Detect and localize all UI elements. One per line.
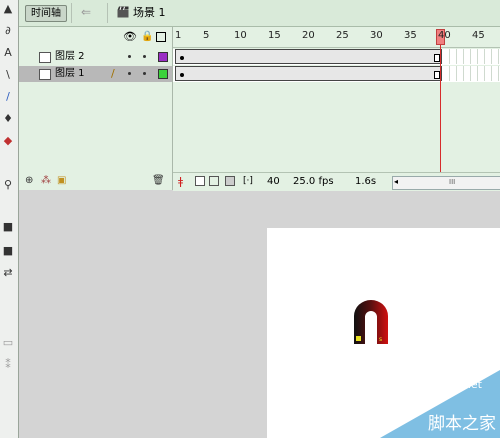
current-frame: 40 (267, 176, 280, 187)
smooth-option-icon[interactable]: ⁑ (1, 358, 15, 372)
onion-outline-icon[interactable] (209, 176, 219, 186)
tools-panel: ▲ ∂ A \ / ♦ ◆ ⚲ ■ ■ ⇄ ▭ ⁑ (0, 0, 19, 438)
empty-frames[interactable] (443, 49, 500, 64)
eye-icon[interactable]: 👁 (123, 30, 137, 43)
visibility-dot[interactable] (128, 72, 131, 75)
scene-name[interactable]: 场景 1 (133, 5, 166, 20)
timeline-status-bar: ǂ [·] 40 25.0 fps 1.6s ◂ III (173, 172, 500, 191)
lasso-tool-icon[interactable]: ∂ (1, 24, 15, 38)
edit-multiple-frames-icon[interactable] (225, 176, 235, 186)
toolbar-divider (71, 3, 72, 23)
ruler-label: 45 (472, 30, 485, 41)
layer-controls: ⊕ ⁂ ▣ 🗑 (19, 172, 172, 190)
lock-dot[interactable] (143, 72, 146, 75)
snap-option-icon[interactable]: ▭ (1, 336, 15, 350)
watermark-site: jb51.net (436, 378, 482, 391)
ink-bottle-icon[interactable]: ♦ (1, 112, 15, 126)
frame-rate: 25.0 fps (293, 176, 334, 187)
timeline-panel: 👁 🔒 图层 2 图层 1 / ⊕ ⁂ ▣ 🗑 1 5 10 15 20 25 … (19, 27, 500, 191)
watermark-text: 脚本之家 (428, 414, 496, 434)
onion-skin-icon[interactable] (195, 176, 205, 186)
fill-color-icon[interactable]: ■ (1, 244, 15, 258)
north-pole-marker (356, 336, 361, 341)
lock-icon[interactable]: 🔒 (141, 30, 153, 43)
onion-markers-icon[interactable]: [·] (243, 175, 253, 188)
layer-name[interactable]: 图层 1 (55, 67, 85, 81)
layer-color-swatch[interactable] (158, 69, 168, 79)
ruler-label: 1 (175, 30, 182, 41)
selection-tool-icon[interactable]: ▲ (1, 2, 15, 16)
layer-row-2[interactable]: 图层 2 (19, 49, 172, 65)
south-pole-marker: s (379, 336, 382, 343)
ruler-label: 5 (203, 30, 210, 41)
keyframe-dot[interactable] (180, 73, 184, 77)
empty-frames[interactable] (443, 66, 500, 81)
elapsed-time: 1.6s (355, 176, 377, 187)
magnet-graphic[interactable]: s (353, 300, 389, 344)
swap-colors-icon[interactable]: ⇄ (1, 266, 15, 280)
ruler-label: 20 (302, 30, 315, 41)
ruler-label: 10 (234, 30, 247, 41)
pencil-edit-icon: / (111, 67, 115, 80)
timeline-toggle-button[interactable]: 时间轴 (25, 5, 67, 22)
add-layer-icon[interactable]: ⊕ (25, 174, 33, 187)
zoom-tool-icon[interactable]: ⚲ (1, 178, 15, 192)
line-tool-icon[interactable]: \ (1, 68, 15, 82)
ruler-label: 40 (438, 30, 451, 41)
frame-span[interactable] (175, 49, 442, 64)
frame-row-layer-2[interactable] (173, 49, 500, 65)
stage-workspace: s jb51.net 脚本之家 (19, 191, 500, 438)
layer-row-1[interactable]: 图层 1 / (19, 66, 172, 82)
center-frame-icon[interactable]: ǂ (178, 175, 183, 188)
stroke-color-icon[interactable]: ■ (1, 220, 15, 234)
keyframe-dot[interactable] (180, 56, 184, 60)
pencil-tool-icon[interactable]: / (1, 90, 15, 104)
scene-clapper-icon (117, 6, 129, 18)
ruler-label: 15 (268, 30, 281, 41)
frame-area: 1 5 10 15 20 25 30 35 40 45 ǂ [·] 40 25.… (173, 27, 500, 191)
add-guide-layer-icon[interactable]: ⁂ (41, 174, 51, 187)
frame-ruler[interactable]: 1 5 10 15 20 25 30 35 40 45 (173, 27, 500, 48)
eraser-tool-icon[interactable]: ◆ (1, 134, 15, 148)
pen-tool-icon[interactable]: A (1, 46, 15, 60)
ruler-label: 25 (336, 30, 349, 41)
frame-span[interactable] (175, 66, 442, 81)
edit-bar: 时间轴 ⇐ 场景 1 (19, 0, 500, 27)
layer-color-swatch[interactable] (158, 52, 168, 62)
frame-row-layer-1[interactable] (173, 66, 500, 82)
playhead-line (440, 45, 441, 173)
stage-canvas[interactable]: s jb51.net 脚本之家 (267, 228, 500, 438)
layer-list: 👁 🔒 图层 2 图层 1 / ⊕ ⁂ ▣ 🗑 (19, 27, 173, 190)
ruler-label: 30 (370, 30, 383, 41)
add-folder-icon[interactable]: ▣ (57, 174, 66, 187)
scroll-left-icon[interactable]: ◂ (394, 176, 398, 188)
delete-layer-icon[interactable]: 🗑 (152, 174, 165, 187)
lock-dot[interactable] (143, 55, 146, 58)
scroll-thumb-grip[interactable]: III (449, 177, 455, 188)
visibility-dot[interactable] (128, 55, 131, 58)
layer-name[interactable]: 图层 2 (55, 50, 85, 64)
layer-header: 👁 🔒 (19, 27, 172, 47)
ruler-label: 35 (404, 30, 417, 41)
timeline-scrollbar[interactable]: ◂ III (392, 176, 500, 190)
layer-page-icon (39, 69, 51, 80)
layer-page-icon (39, 52, 51, 63)
toolbar-divider (107, 3, 108, 23)
outline-icon[interactable] (156, 32, 166, 42)
back-arrow-icon[interactable]: ⇐ (77, 4, 95, 21)
